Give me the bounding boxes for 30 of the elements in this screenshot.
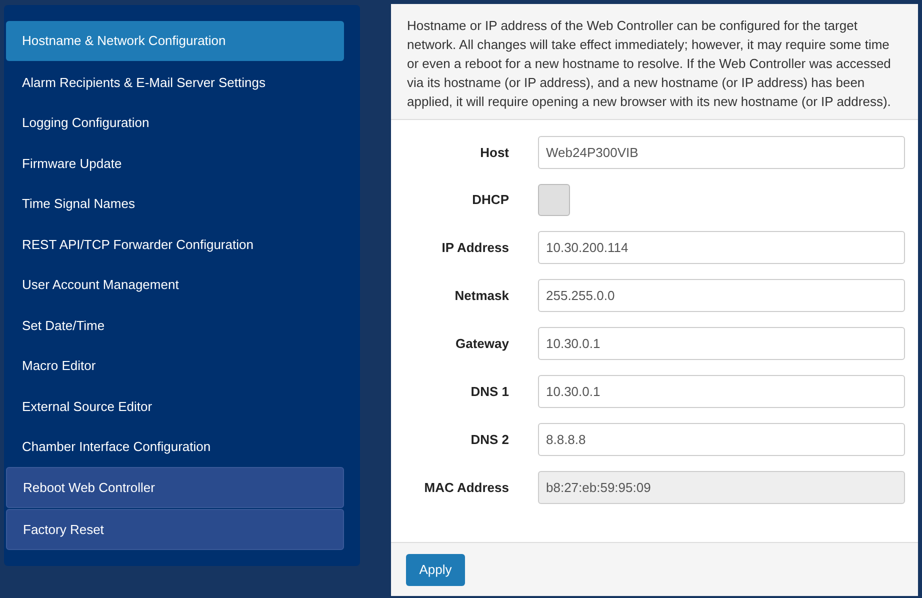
- field-label: Host: [479, 144, 509, 162]
- description-text: Hostname or IP address of the Web Controller can be configured for the target network. All changes will take effect immediately; however, it may require some time or even a reboot for a new hostname to resolve. If the Web Controller was accessed via its hostname (or IP address), and a new hostname (or IP address) has been applied, it will require opening a new browser with its new hostname (or IP address).: [407, 17, 892, 111]
- input-field[interactable]: 10.30.200.114: [538, 231, 905, 264]
- field-label: IP Address: [440, 238, 509, 257]
- field-label: DHCP: [471, 191, 509, 210]
- sidebar-item[interactable]: REST API/TCP Forwarder Configuration: [6, 224, 344, 264]
- sidebar-item[interactable]: Time Signal Names: [6, 184, 344, 224]
- field-label: DNS 2: [470, 430, 509, 449]
- sidebar-item[interactable]: Logging Configuration: [6, 102, 344, 143]
- sidebar-item[interactable]: Macro Editor: [6, 346, 344, 386]
- dhcp-checkbox[interactable]: [538, 184, 570, 216]
- input-field[interactable]: 8.8.8.8: [538, 423, 905, 456]
- sidebar-item[interactable]: Reboot Web Controller: [6, 467, 344, 508]
- sidebar-item[interactable]: External Source Editor: [6, 386, 344, 426]
- input-field[interactable]: 255.255.0.0: [538, 279, 905, 312]
- field-label: DNS 1: [470, 382, 509, 401]
- field-label: Gateway: [454, 334, 509, 353]
- sidebar-item[interactable]: Factory Reset: [6, 509, 344, 550]
- input-field[interactable]: 10.30.0.1: [538, 327, 905, 360]
- input-field[interactable]: 10.30.0.1: [538, 375, 905, 408]
- field-label: Netmask: [454, 286, 509, 305]
- sidebar-item[interactable]: Set Date/Time: [6, 305, 344, 346]
- input-field[interactable]: Web24P300VIB: [538, 136, 905, 169]
- sidebar-item[interactable]: Chamber Interface Configuration: [6, 426, 344, 467]
- sidebar-item[interactable]: Alarm Recipients & E-Mail Server Settings: [6, 62, 344, 102]
- field-label: MAC Address: [423, 478, 509, 497]
- sidebar-item[interactable]: User Account Management: [6, 264, 344, 305]
- apply-button[interactable]: Apply: [406, 554, 465, 586]
- sidebar-item[interactable]: Hostname & Network Configuration: [6, 21, 344, 61]
- sidebar-item[interactable]: Firmware Update: [6, 143, 344, 184]
